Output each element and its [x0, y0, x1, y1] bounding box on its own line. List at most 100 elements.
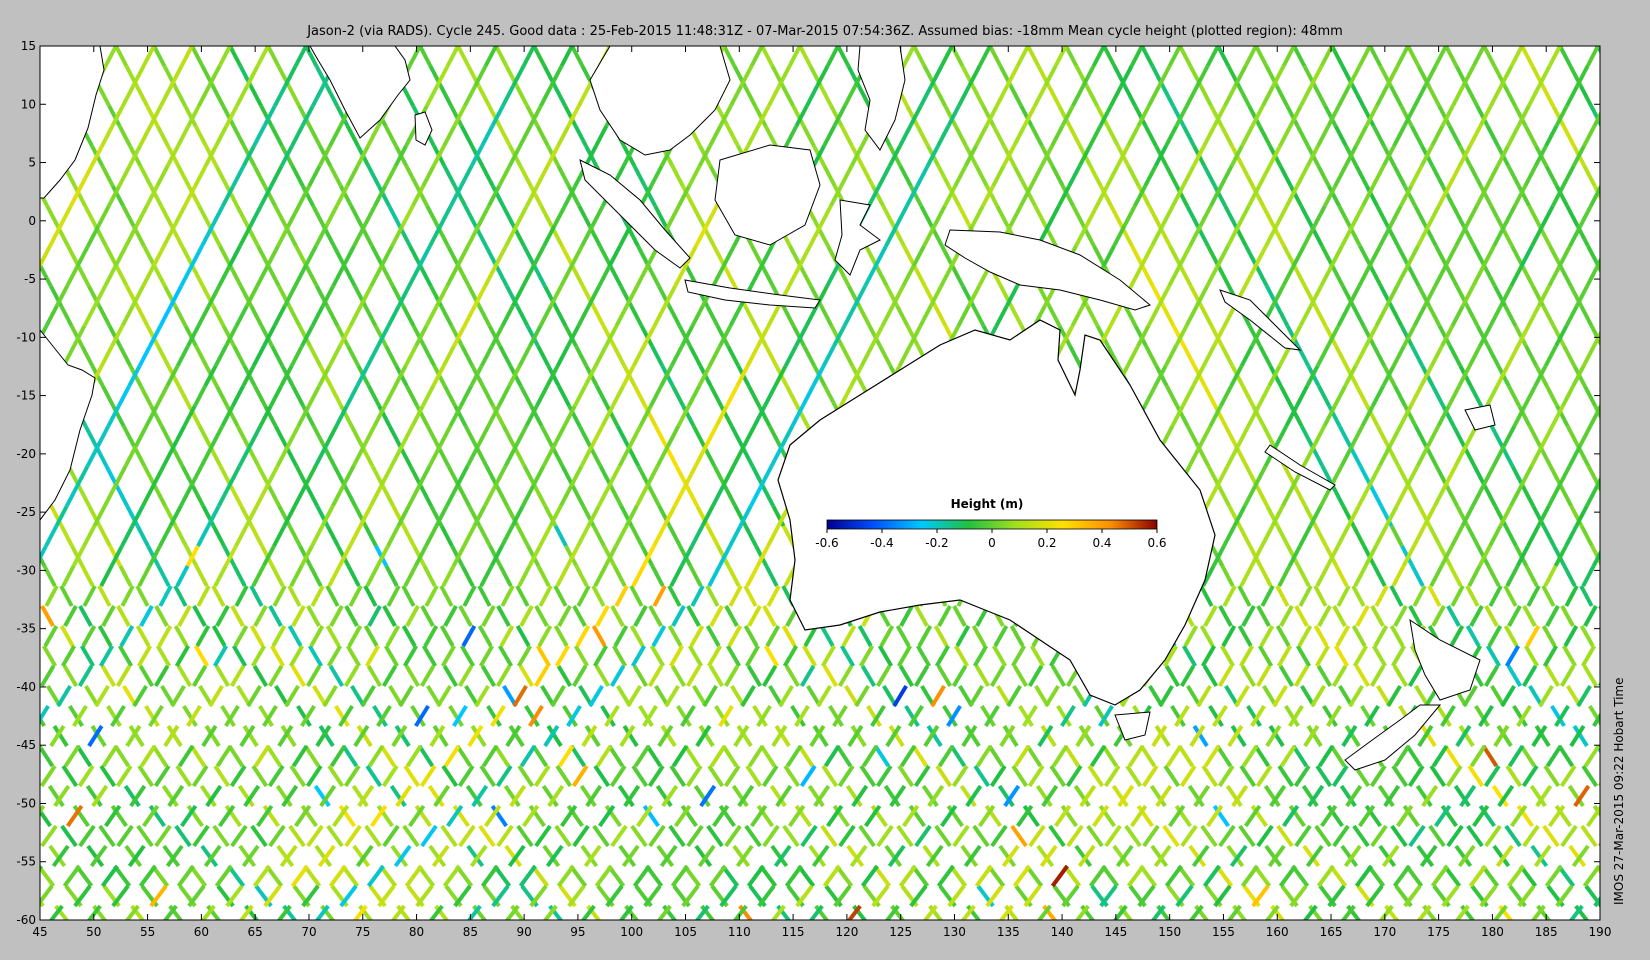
x-tick-label: 95 — [570, 925, 585, 939]
x-tick-label: 80 — [409, 925, 424, 939]
track-segment — [1609, 506, 1619, 526]
y-tick-label: -35 — [16, 622, 36, 636]
track-segment — [26, 346, 36, 366]
x-tick-label: 60 — [194, 925, 209, 939]
track-segment — [4, 666, 16, 686]
track-segment — [19, 286, 29, 306]
track-segment — [13, 286, 23, 306]
x-tick-label: 135 — [997, 925, 1020, 939]
track-segment — [1622, 126, 1632, 146]
track-segment — [1625, 486, 1635, 506]
colorbar-tick-label: 0.4 — [1092, 536, 1111, 550]
track-segment — [6, 566, 16, 586]
track-segment — [0, 886, 14, 906]
colorbar-tick-label: 0.2 — [1037, 536, 1056, 550]
track-segment — [16, 146, 26, 166]
track-segment — [9, 206, 19, 226]
x-tick-label: 100 — [620, 925, 643, 939]
track-segment — [1598, 606, 1600, 611]
track-segment — [1611, 366, 1621, 386]
track-segment — [1621, 566, 1631, 586]
track-segment — [12, 226, 22, 246]
track-segment — [1620, 526, 1630, 546]
colorbar-bar — [826, 519, 1158, 530]
track-segment — [8, 586, 19, 606]
track-segment — [1616, 446, 1626, 466]
y-tick-label: 10 — [21, 97, 36, 111]
track-segment — [24, 826, 38, 846]
track-segment — [1608, 226, 1618, 246]
colorbar-tick-label: -0.6 — [815, 536, 838, 550]
track-segment — [1605, 906, 1620, 926]
track-segment — [1623, 606, 1634, 626]
track-segment — [1, 746, 14, 766]
track-segment — [1597, 781, 1600, 787]
y-tick-label: -60 — [16, 913, 36, 927]
track-segment — [1612, 146, 1622, 166]
x-tick-label: 115 — [782, 925, 805, 939]
track-segment — [1630, 546, 1640, 566]
y-tick-label: -10 — [16, 330, 36, 344]
y-tick-label: 5 — [28, 156, 36, 170]
track-segment — [22, 426, 32, 446]
track-segment — [1626, 466, 1636, 486]
track-segment — [25, 646, 37, 666]
x-tick-label: 190 — [1589, 925, 1612, 939]
track-segment — [1605, 86, 1615, 106]
x-tick-label: 90 — [516, 925, 531, 939]
y-tick-label: -5 — [24, 272, 36, 286]
track-segment — [1597, 681, 1600, 687]
track-segment — [1599, 646, 1600, 648]
track-segment — [1628, 406, 1638, 426]
track-segment — [23, 306, 33, 326]
track-segment — [6, 346, 16, 366]
track-segment — [24, 526, 34, 546]
track-segment — [1622, 346, 1632, 366]
track-segment — [8, 526, 18, 546]
colorbar-tick-label: 0.6 — [1147, 536, 1166, 550]
track-segment — [2, 246, 12, 266]
track-segment — [1602, 566, 1612, 586]
track-segment — [3, 486, 13, 506]
track-segment — [2, 46, 12, 66]
track-segment — [1609, 286, 1619, 306]
track-segment — [1604, 526, 1614, 546]
track-segment — [1619, 306, 1629, 326]
track-segment — [12, 66, 22, 86]
y-tick-label: -20 — [16, 447, 36, 461]
track-segment — [40, 784, 41, 785]
track-segment — [15, 366, 25, 386]
track-segment — [5, 166, 15, 186]
track-segment — [10, 426, 20, 446]
x-tick-label: 110 — [728, 925, 751, 939]
y-tick-label: -15 — [16, 389, 36, 403]
track-segment — [40, 486, 41, 489]
track-segment — [1621, 646, 1633, 666]
track-segment — [40, 865, 43, 872]
track-segment — [1612, 366, 1622, 386]
track-segment — [1625, 266, 1635, 286]
track-segment — [23, 586, 34, 606]
track-segment — [40, 260, 43, 267]
track-segment — [16, 146, 26, 166]
y-tick-label: -40 — [16, 680, 36, 694]
track-segment — [1599, 183, 1600, 186]
track-segment — [1615, 66, 1625, 86]
x-tick-label: 70 — [301, 925, 316, 939]
track-segment — [1, 466, 11, 486]
colorbar-tick-label: -0.2 — [925, 536, 948, 550]
track-segment — [1615, 286, 1625, 306]
x-tick-label: 130 — [943, 925, 966, 939]
track-segment — [9, 86, 19, 106]
track-segment — [1604, 306, 1614, 326]
track-segment — [1614, 906, 1629, 926]
track-segment — [1622, 166, 1632, 186]
track-segment — [1626, 806, 1640, 826]
track-segment — [1623, 386, 1633, 406]
x-tick-label: 170 — [1373, 925, 1396, 939]
track-segment — [4, 606, 15, 626]
track-segment — [1604, 586, 1615, 606]
y-tick-label: -25 — [16, 505, 36, 519]
track-segment — [1614, 506, 1624, 526]
y-tick-label: 15 — [21, 39, 36, 53]
